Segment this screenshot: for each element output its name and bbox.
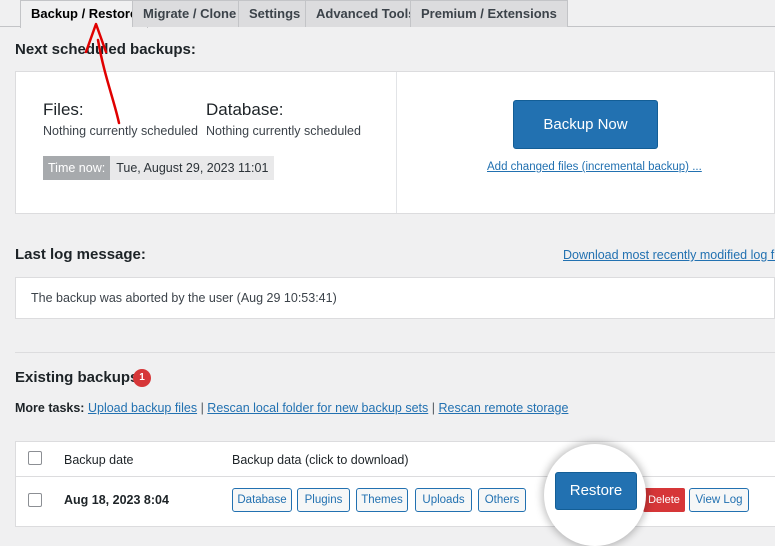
download-database-button[interactable]: Database — [232, 488, 292, 512]
more-tasks-label: More tasks: — [15, 401, 85, 415]
view-log-button[interactable]: View Log — [689, 488, 749, 512]
column-backup-date: Backup date — [64, 453, 134, 467]
download-log-link[interactable]: Download most recently modified log file — [563, 248, 775, 262]
tab-premium-extensions[interactable]: Premium / Extensions — [410, 0, 568, 27]
files-label: Files: — [43, 100, 84, 119]
task-separator: | — [431, 401, 435, 415]
restore-button[interactable]: Restore — [555, 472, 637, 510]
tab-backup-restore[interactable]: Backup / Restore — [20, 0, 149, 28]
log-heading: Last log message: — [15, 246, 146, 263]
backup-count-badge: 1 — [133, 369, 151, 387]
backups-table: Backup date Backup data (click to downlo… — [15, 441, 775, 527]
scheduled-panel — [15, 71, 775, 214]
incremental-backup-link[interactable]: Add changed files (incremental backup) .… — [487, 161, 702, 173]
download-plugins-button[interactable]: Plugins — [297, 488, 350, 512]
upload-backup-files-link[interactable]: Upload backup files — [88, 401, 197, 415]
time-now-value: Tue, August 29, 2023 11:01 — [110, 156, 275, 180]
tab-settings[interactable]: Settings — [238, 0, 312, 27]
download-others-button[interactable]: Others — [478, 488, 526, 512]
rescan-remote-storage-link[interactable]: Rescan remote storage — [438, 401, 568, 415]
tab-advanced-tools[interactable]: Advanced Tools — [305, 0, 427, 27]
more-tasks: More tasks: Upload backup files | Rescan… — [15, 401, 568, 415]
table-header: Backup date Backup data (click to downlo… — [16, 442, 775, 477]
time-now: Time now: Tue, August 29, 2023 11:01 — [43, 156, 275, 180]
database-label: Database: — [206, 100, 284, 119]
rescan-local-folder-link[interactable]: Rescan local folder for new backup sets — [207, 401, 428, 415]
select-all-checkbox[interactable] — [28, 451, 42, 465]
backup-now-button[interactable]: Backup Now — [513, 100, 658, 149]
section-divider — [15, 352, 775, 353]
task-separator: | — [200, 401, 204, 415]
time-now-label: Time now: — [43, 156, 111, 180]
backup-date: Aug 18, 2023 8:04 — [64, 493, 169, 507]
tab-migrate-clone[interactable]: Migrate / Clone — [132, 0, 248, 27]
delete-button[interactable]: Delete — [643, 488, 685, 512]
database-value: Nothing currently scheduled — [206, 124, 361, 138]
files-value: Nothing currently scheduled — [43, 124, 198, 138]
log-message: The backup was aborted by the user (Aug … — [31, 291, 337, 305]
nav-tabs: Backup / Restore Migrate / Clone Setting… — [0, 0, 775, 28]
download-uploads-button[interactable]: Uploads — [415, 488, 472, 512]
existing-backups-heading: Existing backups — [15, 369, 139, 386]
download-themes-button[interactable]: Themes — [356, 488, 408, 512]
column-backup-data: Backup data (click to download) — [232, 453, 409, 467]
panel-divider — [396, 72, 397, 213]
scheduled-heading: Next scheduled backups: — [15, 41, 196, 58]
row-checkbox[interactable] — [28, 493, 42, 507]
